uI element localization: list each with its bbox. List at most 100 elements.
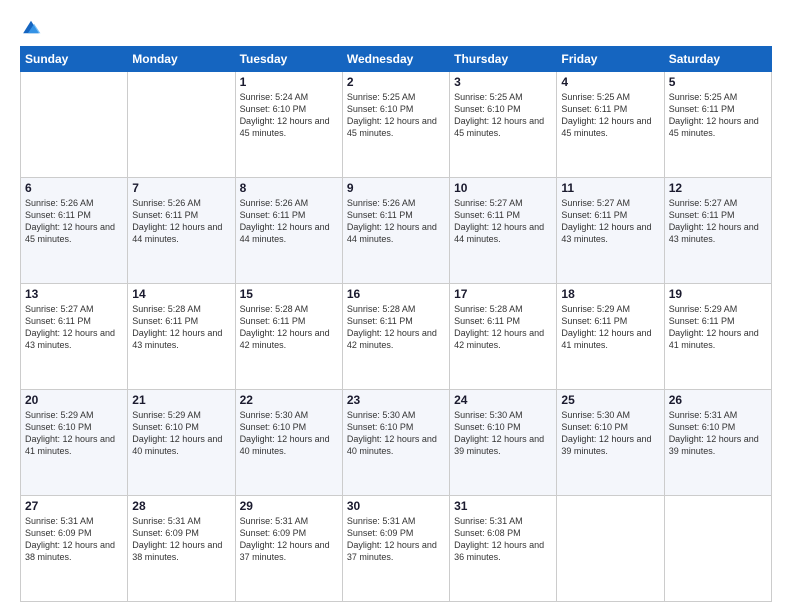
calendar-cell: 7 Sunrise: 5:26 AM Sunset: 6:11 PM Daylig…: [128, 178, 235, 284]
day-info: Sunrise: 5:30 AM Sunset: 6:10 PM Dayligh…: [240, 409, 338, 458]
calendar-header-row: SundayMondayTuesdayWednesdayThursdayFrid…: [21, 47, 772, 72]
day-number: 19: [669, 287, 767, 301]
day-info: Sunrise: 5:28 AM Sunset: 6:11 PM Dayligh…: [347, 303, 445, 352]
page: SundayMondayTuesdayWednesdayThursdayFrid…: [0, 0, 792, 612]
calendar-cell: 19 Sunrise: 5:29 AM Sunset: 6:11 PM Dayli…: [664, 284, 771, 390]
calendar-header-sunday: Sunday: [21, 47, 128, 72]
day-info: Sunrise: 5:24 AM Sunset: 6:10 PM Dayligh…: [240, 91, 338, 140]
calendar-cell: 22 Sunrise: 5:30 AM Sunset: 6:10 PM Dayli…: [235, 390, 342, 496]
day-info: Sunrise: 5:27 AM Sunset: 6:11 PM Dayligh…: [454, 197, 552, 246]
calendar-cell: 14 Sunrise: 5:28 AM Sunset: 6:11 PM Dayli…: [128, 284, 235, 390]
day-number: 11: [561, 181, 659, 195]
day-number: 13: [25, 287, 123, 301]
day-number: 9: [347, 181, 445, 195]
day-number: 15: [240, 287, 338, 301]
day-info: Sunrise: 5:28 AM Sunset: 6:11 PM Dayligh…: [454, 303, 552, 352]
calendar-cell: 27 Sunrise: 5:31 AM Sunset: 6:09 PM Dayli…: [21, 496, 128, 602]
calendar-cell: 31Sunrise: 5:31 AM Sunset: 6:08 PM Dayli…: [450, 496, 557, 602]
day-info: Sunrise: 5:29 AM Sunset: 6:11 PM Dayligh…: [561, 303, 659, 352]
day-number: 21: [132, 393, 230, 407]
day-info: Sunrise: 5:28 AM Sunset: 6:11 PM Dayligh…: [132, 303, 230, 352]
calendar-cell: 25Sunrise: 5:30 AM Sunset: 6:10 PM Dayli…: [557, 390, 664, 496]
day-info: Sunrise: 5:27 AM Sunset: 6:11 PM Dayligh…: [25, 303, 123, 352]
day-info: Sunrise: 5:26 AM Sunset: 6:11 PM Dayligh…: [25, 197, 123, 246]
day-number: 5: [669, 75, 767, 89]
day-number: 26: [669, 393, 767, 407]
day-number: 20: [25, 393, 123, 407]
calendar-cell: 9Sunrise: 5:26 AM Sunset: 6:11 PM Daylig…: [342, 178, 449, 284]
calendar-cell: 2 Sunrise: 5:25 AM Sunset: 6:10 PM Daylig…: [342, 72, 449, 178]
day-number: 25: [561, 393, 659, 407]
day-number: 16: [347, 287, 445, 301]
calendar-cell: [21, 72, 128, 178]
day-info: Sunrise: 5:26 AM Sunset: 6:11 PM Dayligh…: [240, 197, 338, 246]
day-info: Sunrise: 5:29 AM Sunset: 6:10 PM Dayligh…: [132, 409, 230, 458]
day-number: 22: [240, 393, 338, 407]
day-number: 4: [561, 75, 659, 89]
calendar-cell: 8 Sunrise: 5:26 AM Sunset: 6:11 PM Daylig…: [235, 178, 342, 284]
day-number: 2: [347, 75, 445, 89]
calendar-cell: 29Sunrise: 5:31 AM Sunset: 6:09 PM Dayli…: [235, 496, 342, 602]
calendar-header-friday: Friday: [557, 47, 664, 72]
calendar-cell: 1Sunrise: 5:24 AM Sunset: 6:10 PM Daylig…: [235, 72, 342, 178]
day-info: Sunrise: 5:31 AM Sunset: 6:09 PM Dayligh…: [25, 515, 123, 564]
day-number: 12: [669, 181, 767, 195]
day-info: Sunrise: 5:30 AM Sunset: 6:10 PM Dayligh…: [347, 409, 445, 458]
day-info: Sunrise: 5:27 AM Sunset: 6:11 PM Dayligh…: [561, 197, 659, 246]
day-number: 23: [347, 393, 445, 407]
calendar-cell: 17 Sunrise: 5:28 AM Sunset: 6:11 PM Dayli…: [450, 284, 557, 390]
logo: [20, 16, 46, 38]
day-info: Sunrise: 5:25 AM Sunset: 6:10 PM Dayligh…: [454, 91, 552, 140]
calendar-cell: 10 Sunrise: 5:27 AM Sunset: 6:11 PM Dayli…: [450, 178, 557, 284]
day-number: 24: [454, 393, 552, 407]
day-number: 10: [454, 181, 552, 195]
calendar-cell: 23 Sunrise: 5:30 AM Sunset: 6:10 PM Dayli…: [342, 390, 449, 496]
day-info: Sunrise: 5:31 AM Sunset: 6:10 PM Dayligh…: [669, 409, 767, 458]
calendar-cell: 30Sunrise: 5:31 AM Sunset: 6:09 PM Dayli…: [342, 496, 449, 602]
calendar-cell: [664, 496, 771, 602]
header: [20, 16, 772, 38]
day-number: 17: [454, 287, 552, 301]
day-info: Sunrise: 5:25 AM Sunset: 6:10 PM Dayligh…: [347, 91, 445, 140]
day-info: Sunrise: 5:31 AM Sunset: 6:09 PM Dayligh…: [347, 515, 445, 564]
day-info: Sunrise: 5:29 AM Sunset: 6:11 PM Dayligh…: [669, 303, 767, 352]
calendar-header-monday: Monday: [128, 47, 235, 72]
day-info: Sunrise: 5:27 AM Sunset: 6:11 PM Dayligh…: [669, 197, 767, 246]
calendar-cell: 3Sunrise: 5:25 AM Sunset: 6:10 PM Daylig…: [450, 72, 557, 178]
calendar-cell: [128, 72, 235, 178]
day-info: Sunrise: 5:25 AM Sunset: 6:11 PM Dayligh…: [669, 91, 767, 140]
calendar-header-wednesday: Wednesday: [342, 47, 449, 72]
day-number: 8: [240, 181, 338, 195]
calendar-cell: 24 Sunrise: 5:30 AM Sunset: 6:10 PM Dayli…: [450, 390, 557, 496]
calendar-header-tuesday: Tuesday: [235, 47, 342, 72]
day-info: Sunrise: 5:25 AM Sunset: 6:11 PM Dayligh…: [561, 91, 659, 140]
calendar-week-row: 20 Sunrise: 5:29 AM Sunset: 6:10 PM Dayli…: [21, 390, 772, 496]
day-number: 14: [132, 287, 230, 301]
calendar-cell: 5 Sunrise: 5:25 AM Sunset: 6:11 PM Daylig…: [664, 72, 771, 178]
day-number: 31: [454, 499, 552, 513]
calendar-table: SundayMondayTuesdayWednesdayThursdayFrid…: [20, 46, 772, 602]
calendar-header-saturday: Saturday: [664, 47, 771, 72]
day-info: Sunrise: 5:26 AM Sunset: 6:11 PM Dayligh…: [132, 197, 230, 246]
day-number: 7: [132, 181, 230, 195]
day-info: Sunrise: 5:30 AM Sunset: 6:10 PM Dayligh…: [454, 409, 552, 458]
calendar-cell: 13 Sunrise: 5:27 AM Sunset: 6:11 PM Dayli…: [21, 284, 128, 390]
day-info: Sunrise: 5:29 AM Sunset: 6:10 PM Dayligh…: [25, 409, 123, 458]
day-number: 28: [132, 499, 230, 513]
calendar-cell: 16 Sunrise: 5:28 AM Sunset: 6:11 PM Dayli…: [342, 284, 449, 390]
calendar-cell: 11 Sunrise: 5:27 AM Sunset: 6:11 PM Dayli…: [557, 178, 664, 284]
day-number: 6: [25, 181, 123, 195]
day-number: 27: [25, 499, 123, 513]
calendar-cell: 15 Sunrise: 5:28 AM Sunset: 6:11 PM Dayli…: [235, 284, 342, 390]
calendar-cell: 21 Sunrise: 5:29 AM Sunset: 6:10 PM Dayli…: [128, 390, 235, 496]
day-info: Sunrise: 5:28 AM Sunset: 6:11 PM Dayligh…: [240, 303, 338, 352]
day-number: 18: [561, 287, 659, 301]
calendar-cell: 26 Sunrise: 5:31 AM Sunset: 6:10 PM Dayli…: [664, 390, 771, 496]
day-info: Sunrise: 5:31 AM Sunset: 6:09 PM Dayligh…: [132, 515, 230, 564]
day-number: 29: [240, 499, 338, 513]
logo-icon: [20, 16, 42, 38]
calendar-cell: 6 Sunrise: 5:26 AM Sunset: 6:11 PM Daylig…: [21, 178, 128, 284]
calendar-cell: 12 Sunrise: 5:27 AM Sunset: 6:11 PM Dayli…: [664, 178, 771, 284]
calendar-week-row: 13 Sunrise: 5:27 AM Sunset: 6:11 PM Dayli…: [21, 284, 772, 390]
calendar-cell: [557, 496, 664, 602]
